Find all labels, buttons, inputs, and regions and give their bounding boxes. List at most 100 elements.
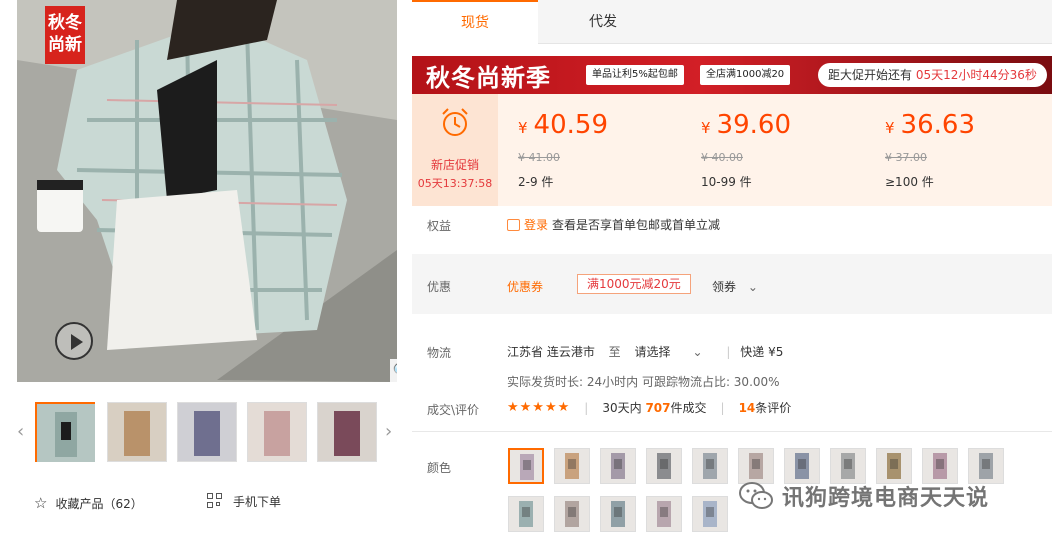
tier-quantity-range: 10-99 件 — [701, 175, 752, 189]
main-product-image[interactable]: 秋冬尚新 🔍 — [17, 0, 397, 382]
swatch-image — [555, 449, 589, 483]
promo-banner: 秋冬尚新季 单品让利5%起包邮 全店满1000减20 距大促开始还有 05天12… — [412, 56, 1052, 94]
swatch-image — [693, 449, 727, 483]
magnifier-icon[interactable]: 🔍 — [390, 359, 397, 382]
swatch-image — [877, 449, 911, 483]
shipping-line: 江苏省 连云港市 至 请选择 ⌄ | 快递 ¥5 — [507, 343, 793, 360]
color-swatch[interactable] — [922, 448, 958, 484]
thumbnail-image — [318, 403, 376, 461]
coupon-badge[interactable]: 满1000元减20元 — [577, 274, 691, 294]
shipping-label: 物流 — [427, 346, 452, 360]
color-swatch[interactable] — [968, 448, 1004, 484]
tier-price: ¥39.60 — [701, 110, 791, 140]
color-swatch[interactable] — [692, 496, 728, 532]
tier-original-price: ¥ 37.00 — [885, 151, 927, 164]
swatch-image — [647, 449, 681, 483]
color-swatch[interactable] — [508, 448, 544, 484]
swatch-image — [555, 497, 589, 531]
color-swatch[interactable] — [738, 448, 774, 484]
deals-label: 成交\评价 — [427, 403, 480, 417]
swatch-image — [601, 449, 635, 483]
tier-original-price: ¥ 41.00 — [518, 151, 560, 164]
color-swatch[interactable] — [600, 448, 636, 484]
color-label: 颜色 — [427, 461, 452, 475]
watermark: 讯狗跨境电商天天说 — [738, 480, 989, 512]
color-swatch[interactable] — [692, 448, 728, 484]
tab-spot[interactable]: 现货 — [412, 0, 538, 44]
play-icon[interactable] — [55, 322, 93, 360]
countdown-time: 05天12小时44分36秒 — [915, 68, 1037, 82]
thumbnail-2[interactable] — [107, 402, 167, 462]
new-store-label: 新店促销 — [430, 158, 479, 172]
swatch-image — [831, 449, 865, 483]
favorite-button[interactable]: ☆ 收藏产品（62） — [34, 494, 143, 512]
swatch-image — [693, 497, 727, 531]
ship-method: 快递 ¥5 — [740, 345, 784, 359]
tier-quantity-range: 2-9 件 — [518, 175, 554, 189]
color-swatch[interactable] — [554, 448, 590, 484]
rating-stars: ★★★★★ — [507, 400, 571, 415]
color-swatch[interactable] — [646, 496, 682, 532]
discount-row: 优惠券 满1000元减20元 领券 ⌄ — [412, 254, 1052, 314]
favorite-label: 收藏产品（62） — [55, 496, 143, 511]
tab-dropship[interactable]: 代发 — [540, 0, 666, 44]
get-coupon-label: 领券 — [712, 280, 737, 294]
color-swatch[interactable] — [830, 448, 866, 484]
color-swatch[interactable] — [876, 448, 912, 484]
thumbnail-image — [248, 403, 306, 461]
tier-price: ¥40.59 — [518, 110, 608, 140]
thumbnail-image — [178, 403, 236, 461]
rights-label: 权益 — [427, 219, 452, 233]
thumbnail-3[interactable] — [177, 402, 237, 462]
deals-row: ★★★★★ | 30天内 707件成交 | 14条评价 — [507, 399, 791, 416]
price-tier-1: ¥40.59 ¥ 41.00 2-9 件 — [518, 108, 608, 190]
color-swatch[interactable] — [646, 448, 682, 484]
chevron-right-icon[interactable]: › — [385, 422, 397, 442]
divider — [412, 431, 1052, 432]
countdown-prefix: 距大促开始还有 — [828, 68, 913, 82]
mobile-order-label: 手机下单 — [233, 494, 282, 509]
thumbnail-image — [108, 403, 166, 461]
thumbnail-strip: ‹ › — [17, 400, 397, 466]
rights-row: 登录 查看是否享首单包邮或首单立减 — [507, 216, 720, 233]
chevron-down-icon: ⌄ — [747, 280, 758, 294]
color-swatch[interactable] — [600, 496, 636, 532]
swatch-image — [601, 497, 635, 531]
purchase-tabs: 现货 代发 — [412, 0, 1052, 44]
get-coupon-button[interactable]: 领券 ⌄ — [712, 278, 758, 295]
login-link[interactable]: 登录 — [524, 216, 548, 233]
tier-original-price: ¥ 40.00 — [701, 151, 743, 164]
thumbnail-image — [37, 404, 95, 462]
wechat-icon — [739, 482, 773, 509]
watermark-text: 讯狗跨境电商天天说 — [782, 486, 990, 511]
swatch-image — [510, 450, 542, 482]
swatch-image — [739, 449, 773, 483]
chevron-left-icon[interactable]: ‹ — [17, 422, 29, 442]
new-store-time: 05天13:37:58 — [417, 177, 493, 190]
promo-title: 秋冬尚新季 — [426, 64, 551, 92]
star-outline-icon: ☆ — [34, 494, 48, 512]
thumbnail-5[interactable] — [317, 402, 377, 462]
rights-text: 查看是否享首单包邮或首单立减 — [552, 218, 721, 232]
price-tier-2: ¥39.60 ¥ 40.00 10-99 件 — [701, 108, 791, 190]
qr-code-icon — [207, 493, 223, 509]
thumbnail-4[interactable] — [247, 402, 307, 462]
thumbnail-1[interactable] — [35, 402, 95, 462]
chevron-down-icon: ⌄ — [692, 345, 703, 359]
promo-countdown: 距大促开始还有 05天12小时44分36秒 — [818, 63, 1047, 87]
destination-select[interactable]: 请选择 ⌄ — [635, 345, 713, 359]
promo-tag-store-discount: 全店满1000减20 — [700, 65, 791, 85]
color-swatch[interactable] — [554, 496, 590, 532]
new-store-promo: 新店促销 05天13:37:58 — [412, 94, 498, 206]
deal-count[interactable]: 30天内 707件成交 — [602, 399, 706, 416]
review-count[interactable]: 14条评价 — [739, 399, 792, 416]
destination-select-label: 请选择 — [634, 345, 671, 359]
shipping-stats: 实际发货时长: 24小时内 可跟踪物流占比: 30.00% — [507, 375, 780, 389]
color-swatch[interactable] — [784, 448, 820, 484]
color-swatch[interactable] — [508, 496, 544, 532]
mobile-order-button[interactable]: 手机下单 — [207, 492, 281, 510]
coupon-label: 优惠券 — [507, 280, 544, 294]
price-tier-3: ¥36.63 ¥ 37.00 ≥100 件 — [885, 108, 975, 190]
product-page: 秋冬尚新 🔍 ‹ › ☆ 收藏产品（62） 手机下单 现货 — [0, 0, 1052, 542]
swatch-image — [509, 497, 543, 531]
